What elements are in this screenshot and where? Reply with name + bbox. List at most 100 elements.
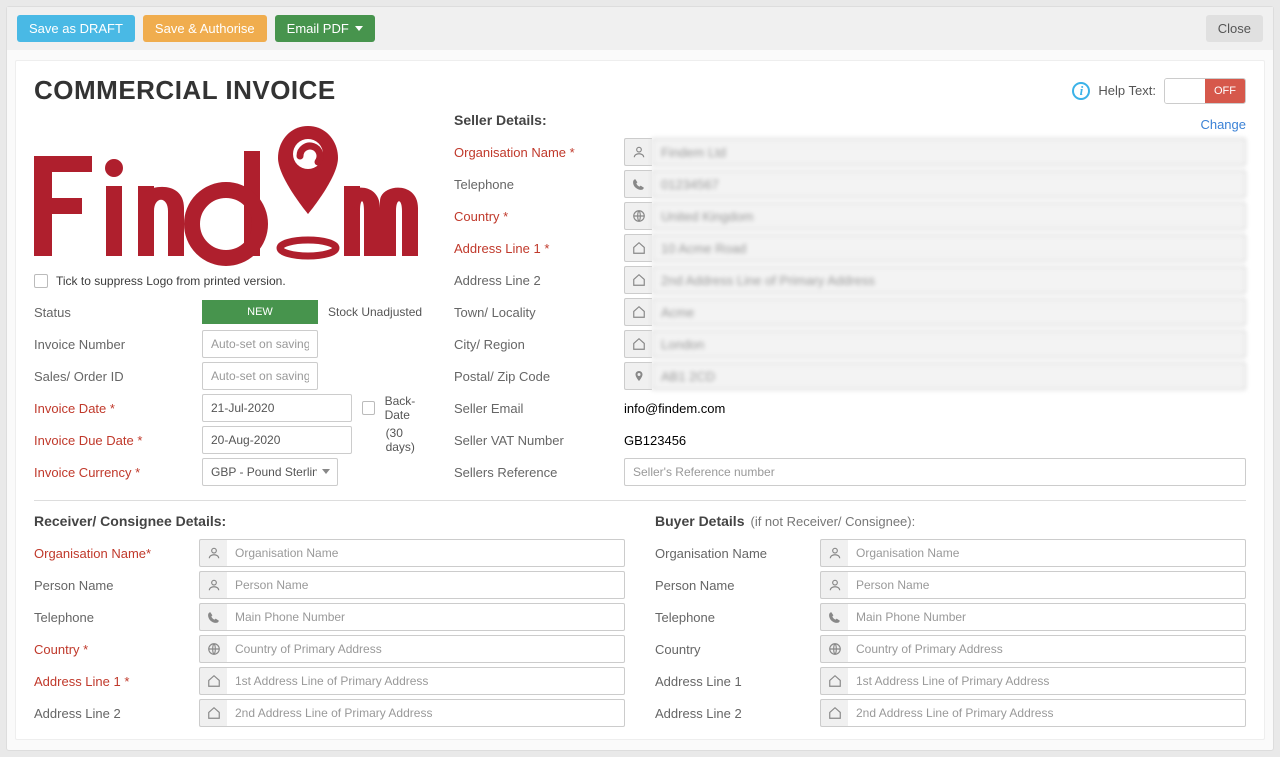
seller-addr1-label: Address Line 1 *: [454, 241, 624, 256]
receiver-country-input[interactable]: [227, 635, 625, 663]
backdate-checkbox[interactable]: [362, 401, 375, 415]
seller-ref-input[interactable]: [624, 458, 1246, 486]
buyer-org-input[interactable]: [848, 539, 1246, 567]
chevron-down-icon: [355, 26, 363, 31]
invoice-number-input[interactable]: [202, 330, 318, 358]
seller-vat-field: GB123456: [624, 433, 686, 448]
buyer-tel-label: Telephone: [655, 610, 820, 625]
seller-email-label: Seller Email: [454, 401, 624, 416]
status-badge: NEW: [202, 300, 318, 324]
buyer-addr1-input[interactable]: [848, 667, 1246, 695]
buyer-country-input[interactable]: [848, 635, 1246, 663]
backdate-label: Back-Date: [385, 394, 434, 422]
person-icon: [820, 539, 848, 567]
buyer-tel-input[interactable]: [848, 603, 1246, 631]
person-icon: [820, 571, 848, 599]
home-icon: [820, 699, 848, 727]
seller-details-heading: Seller Details:: [454, 112, 547, 128]
globe-icon: [199, 635, 227, 663]
seller-country-label: Country *: [454, 209, 624, 224]
home-icon: [624, 330, 652, 358]
phone-icon: [199, 603, 227, 631]
receiver-addr2-input[interactable]: [227, 699, 625, 727]
seller-addr2-label: Address Line 2: [454, 273, 624, 288]
person-icon: [199, 539, 227, 567]
seller-city-label: City/ Region: [454, 337, 624, 352]
close-button[interactable]: Close: [1206, 15, 1263, 42]
person-icon: [199, 571, 227, 599]
receiver-tel-input[interactable]: [227, 603, 625, 631]
seller-tel-field: 01234567: [652, 170, 1246, 198]
buyer-org-label: Organisation Name: [655, 546, 820, 561]
due-date-label: Invoice Due Date *: [34, 433, 202, 448]
buyer-country-label: Country: [655, 642, 820, 657]
receiver-addr2-label: Address Line 2: [34, 706, 199, 721]
buyer-addr2-label: Address Line 2: [655, 706, 820, 721]
toggle-off-label: OFF: [1205, 79, 1245, 103]
company-logo: [34, 116, 434, 266]
home-icon: [820, 667, 848, 695]
helptext-toggle[interactable]: OFF: [1164, 78, 1246, 104]
seller-vat-label: Seller VAT Number: [454, 433, 624, 448]
receiver-addr1-input[interactable]: [227, 667, 625, 695]
currency-select[interactable]: [202, 458, 338, 486]
home-icon: [624, 298, 652, 326]
seller-city-field: London: [652, 330, 1246, 358]
home-icon: [199, 699, 227, 727]
phone-icon: [820, 603, 848, 631]
home-icon: [199, 667, 227, 695]
order-id-input[interactable]: [202, 362, 318, 390]
seller-addr2-field: 2nd Address Line of Primary Address: [652, 266, 1246, 294]
help-text-label: Help Text:: [1098, 83, 1156, 98]
receiver-addr1-label: Address Line 1 *: [34, 674, 199, 689]
suppress-logo-label: Tick to suppress Logo from printed versi…: [56, 274, 286, 288]
home-icon: [624, 266, 652, 294]
receiver-org-input[interactable]: [227, 539, 625, 567]
pin-icon: [624, 362, 652, 390]
seller-ref-label: Sellers Reference: [454, 465, 624, 480]
chevron-down-icon: [322, 469, 330, 474]
phone-icon: [624, 170, 652, 198]
seller-org-field: Findem Ltd: [652, 138, 1246, 166]
invoice-date-input[interactable]: [202, 394, 352, 422]
suppress-logo-checkbox[interactable]: [34, 274, 48, 288]
receiver-tel-label: Telephone: [34, 610, 199, 625]
receiver-country-label: Country *: [34, 642, 199, 657]
due-date-input[interactable]: [202, 426, 352, 454]
seller-country-field: United Kingdom: [652, 202, 1246, 230]
seller-email-field: info@findem.com: [624, 401, 725, 416]
invoice-number-label: Invoice Number: [34, 337, 202, 352]
seller-town-label: Town/ Locality: [454, 305, 624, 320]
info-icon: i: [1072, 82, 1090, 100]
save-draft-button[interactable]: Save as DRAFT: [17, 15, 135, 42]
receiver-person-input[interactable]: [227, 571, 625, 599]
buyer-addr2-input[interactable]: [848, 699, 1246, 727]
seller-addr1-field: 10 Acme Road: [652, 234, 1246, 262]
page-title: COMMERCIAL INVOICE: [34, 75, 336, 106]
person-icon: [624, 138, 652, 166]
currency-label: Invoice Currency *: [34, 465, 202, 480]
email-pdf-label: Email PDF: [287, 21, 349, 36]
buyer-heading: Buyer Details (if not Receiver/ Consigne…: [655, 513, 1246, 529]
buyer-addr1-label: Address Line 1: [655, 674, 820, 689]
order-id-label: Sales/ Order ID: [34, 369, 202, 384]
home-icon: [624, 234, 652, 262]
toolbar: Save as DRAFT Save & Authorise Email PDF…: [7, 7, 1273, 50]
globe-icon: [624, 202, 652, 230]
receiver-org-label: Organisation Name*: [34, 546, 199, 561]
receiver-person-label: Person Name: [34, 578, 199, 593]
due-days-note: (30 days): [386, 426, 434, 454]
status-label: Status: [34, 305, 202, 320]
stock-note: Stock Unadjusted: [328, 305, 422, 319]
invoice-date-label: Invoice Date *: [34, 401, 202, 416]
seller-tel-label: Telephone: [454, 177, 624, 192]
seller-town-field: Acme: [652, 298, 1246, 326]
buyer-person-input[interactable]: [848, 571, 1246, 599]
seller-postal-label: Postal/ Zip Code: [454, 369, 624, 384]
seller-org-label: Organisation Name *: [454, 145, 624, 160]
change-seller-link[interactable]: Change: [1200, 117, 1246, 132]
receiver-heading: Receiver/ Consignee Details:: [34, 513, 625, 529]
email-pdf-button[interactable]: Email PDF: [275, 15, 375, 42]
seller-postal-field: AB1 2CD: [652, 362, 1246, 390]
save-authorise-button[interactable]: Save & Authorise: [143, 15, 267, 42]
